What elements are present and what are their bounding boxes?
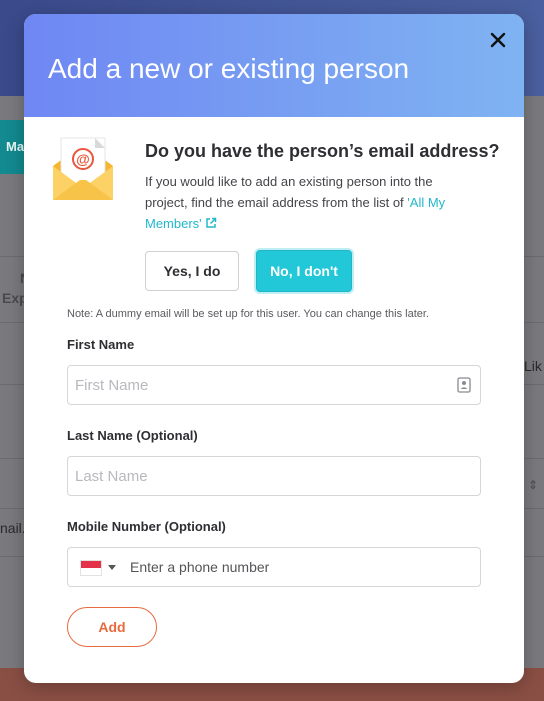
- add-button[interactable]: Add: [67, 607, 157, 647]
- email-envelope-icon: @: [53, 137, 113, 200]
- add-person-modal: Add a new or existing person @ Do you ha…: [24, 14, 524, 683]
- background-like-text: Lik: [524, 358, 542, 374]
- last-name-input[interactable]: [75, 457, 445, 495]
- modal-title: Add a new or existing person: [48, 53, 410, 84]
- first-name-field-box: [67, 365, 481, 405]
- singapore-flag-icon[interactable]: [80, 560, 102, 576]
- no-i-dont-button[interactable]: No, I don't: [256, 250, 352, 292]
- email-explanation: If you would like to add an existing per…: [145, 171, 465, 234]
- svg-text:@: @: [76, 151, 90, 167]
- mobile-number-label: Mobile Number (Optional): [67, 519, 226, 534]
- modal-header: Add a new or existing person: [24, 14, 524, 117]
- last-name-label: Last Name (Optional): [67, 428, 198, 443]
- email-question: Do you have the person’s email address?: [145, 141, 500, 161]
- dummy-email-note: Note: A dummy email will be set up for t…: [67, 308, 429, 320]
- explanation-text: If you would like to add an existing per…: [145, 174, 433, 210]
- background-sort-icon: ⇕: [528, 478, 539, 492]
- contact-card-icon[interactable]: [457, 377, 471, 393]
- close-icon: [490, 32, 506, 48]
- phone-number-input[interactable]: [130, 548, 460, 586]
- first-name-label: First Name: [67, 337, 135, 352]
- first-name-input[interactable]: [75, 366, 445, 404]
- mobile-number-field-box: [67, 547, 481, 587]
- last-name-field-box: [67, 456, 481, 496]
- external-link-icon: [205, 217, 216, 228]
- country-dropdown-caret-icon[interactable]: [108, 565, 116, 570]
- yes-i-do-button[interactable]: Yes, I do: [145, 251, 239, 291]
- close-button[interactable]: [486, 28, 510, 52]
- background-email-fragment: nail.: [0, 520, 26, 536]
